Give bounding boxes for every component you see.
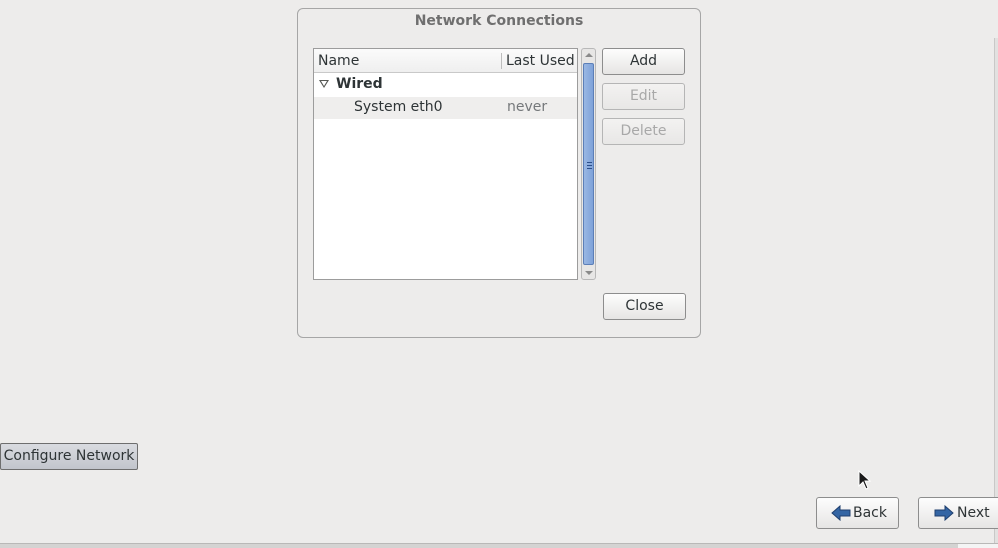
connection-name: System eth0 — [354, 99, 443, 115]
add-button[interactable]: Add — [602, 48, 685, 75]
column-separator[interactable] — [501, 53, 502, 69]
delete-button[interactable]: Delete — [602, 118, 685, 145]
edit-button[interactable]: Edit — [602, 83, 685, 110]
page-scrollbar[interactable] — [994, 38, 998, 543]
mouse-pointer-icon — [858, 470, 872, 490]
column-header-name[interactable]: Name — [318, 53, 359, 69]
close-button[interactable]: Close — [603, 293, 686, 320]
scroll-up-button[interactable] — [582, 49, 595, 62]
arrow-down-icon — [585, 271, 593, 275]
arrow-left-icon — [831, 505, 851, 521]
tree-header: Name Last Used — [314, 49, 577, 73]
connection-row[interactable]: System eth0 never — [314, 97, 577, 119]
scroll-down-button[interactable] — [582, 266, 595, 279]
connections-tree[interactable]: Name Last Used Wired System eth0 never — [313, 48, 578, 280]
triangle-down-icon[interactable] — [319, 80, 329, 88]
next-label: Next — [957, 505, 990, 521]
configure-network-button[interactable]: Configure Network — [0, 443, 138, 470]
scroll-thumb[interactable] — [583, 63, 594, 265]
connection-last-used: never — [507, 99, 548, 115]
tree-scrollbar[interactable] — [581, 48, 596, 280]
bottom-scroll-thumb[interactable] — [958, 544, 998, 548]
next-button[interactable]: Next — [918, 497, 998, 529]
group-label: Wired — [336, 76, 383, 92]
arrow-up-icon — [585, 53, 593, 57]
tree-group-wired[interactable]: Wired — [314, 74, 577, 96]
arrow-right-icon — [934, 505, 954, 521]
dialog-title: Network Connections — [414, 13, 584, 29]
grip-icon — [587, 162, 592, 169]
bottom-scrollbar[interactable] — [0, 543, 998, 548]
network-connections-dialog: Network Connections Name Last Used Wired… — [297, 8, 701, 338]
installer-screen: Network Connections Name Last Used Wired… — [0, 0, 998, 548]
column-header-last-used[interactable]: Last Used — [506, 53, 575, 69]
back-label: Back — [853, 505, 887, 521]
back-button[interactable]: Back — [816, 497, 899, 529]
